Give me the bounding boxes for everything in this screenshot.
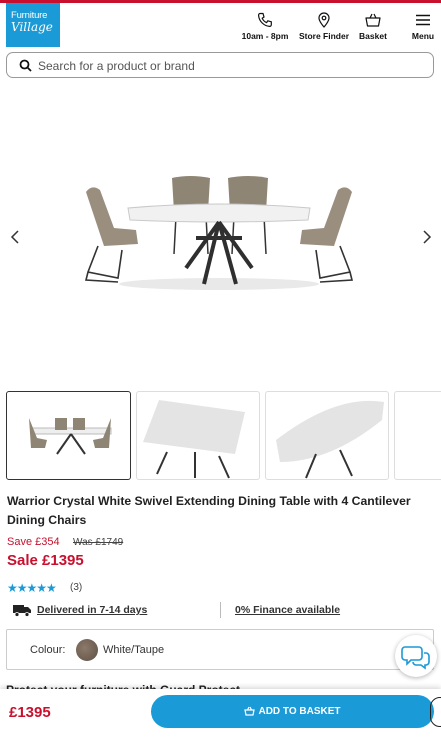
- basket-icon: [244, 706, 256, 716]
- delivery-link[interactable]: Delivered in 7-14 days: [37, 604, 147, 616]
- thumbnail-4[interactable]: [394, 391, 441, 480]
- review-count[interactable]: (3): [70, 582, 82, 593]
- edge-control[interactable]: [430, 697, 441, 727]
- add-to-basket-button[interactable]: ADD TO BASKET: [151, 695, 434, 728]
- nav-basket-label: Basket: [359, 31, 387, 41]
- product-main-image: [84, 176, 354, 290]
- colour-label: Colour:: [30, 644, 66, 656]
- nav-store-finder[interactable]: Store Finder: [297, 12, 351, 41]
- nav-menu-label: Menu: [411, 31, 435, 41]
- was-price: Was £1749: [73, 537, 124, 548]
- thumbnail-2-image: [143, 400, 245, 479]
- basket-icon: [365, 13, 381, 27]
- search-bar[interactable]: Search for a product or brand: [6, 52, 434, 78]
- nav-store-finder-label: Store Finder: [298, 31, 350, 41]
- search-icon: [19, 59, 32, 72]
- chat-bubbles-icon: [401, 646, 430, 670]
- thumbnail-3-image: [276, 400, 384, 479]
- logo-line2: Village: [11, 20, 53, 34]
- search-input[interactable]: Search for a product or brand: [38, 59, 195, 73]
- thumbnail-1-image: [29, 418, 112, 455]
- phone-icon: [257, 12, 272, 28]
- nav-hours[interactable]: 10am - 8pm: [239, 12, 291, 41]
- thumbnail-2[interactable]: [136, 391, 260, 480]
- chevron-right-icon[interactable]: [419, 228, 433, 246]
- add-to-basket-label: ADD TO BASKET: [258, 706, 341, 717]
- thumbnail-3[interactable]: [265, 391, 389, 480]
- location-pin-icon: [318, 12, 330, 28]
- colour-value: White/Taupe: [103, 644, 165, 656]
- rating-stars[interactable]: ★★★★★: [7, 581, 57, 595]
- logo[interactable]: Furniture Village: [6, 3, 60, 47]
- nav-basket[interactable]: Basket: [356, 12, 390, 41]
- nav-menu[interactable]: Menu: [408, 12, 438, 41]
- hamburger-menu-icon: [416, 14, 430, 26]
- info-divider: [220, 602, 221, 618]
- delivery-truck-icon: [13, 605, 31, 617]
- nav-hours-label: 10am - 8pm: [241, 31, 289, 41]
- chevron-left-icon[interactable]: [9, 228, 23, 246]
- chat-button[interactable]: [395, 635, 437, 677]
- product-title: Warrior Crystal White Swivel Extending D…: [7, 494, 411, 527]
- thumbnail-1[interactable]: [6, 391, 131, 480]
- thumbnail-strip: [0, 391, 441, 481]
- save-amount: Save £354: [7, 536, 60, 548]
- finance-link[interactable]: 0% Finance available: [235, 604, 340, 616]
- colour-selector[interactable]: Colour: White/Taupe: [6, 629, 434, 670]
- footer-price: £1395: [9, 704, 51, 721]
- colour-swatch[interactable]: [76, 639, 98, 661]
- sticky-footer: £1395 ADD TO BASKET: [0, 689, 441, 739]
- site-header: Furniture Village 10am - 8pm Store Finde…: [0, 3, 441, 49]
- sale-price: Sale £1395: [7, 552, 84, 569]
